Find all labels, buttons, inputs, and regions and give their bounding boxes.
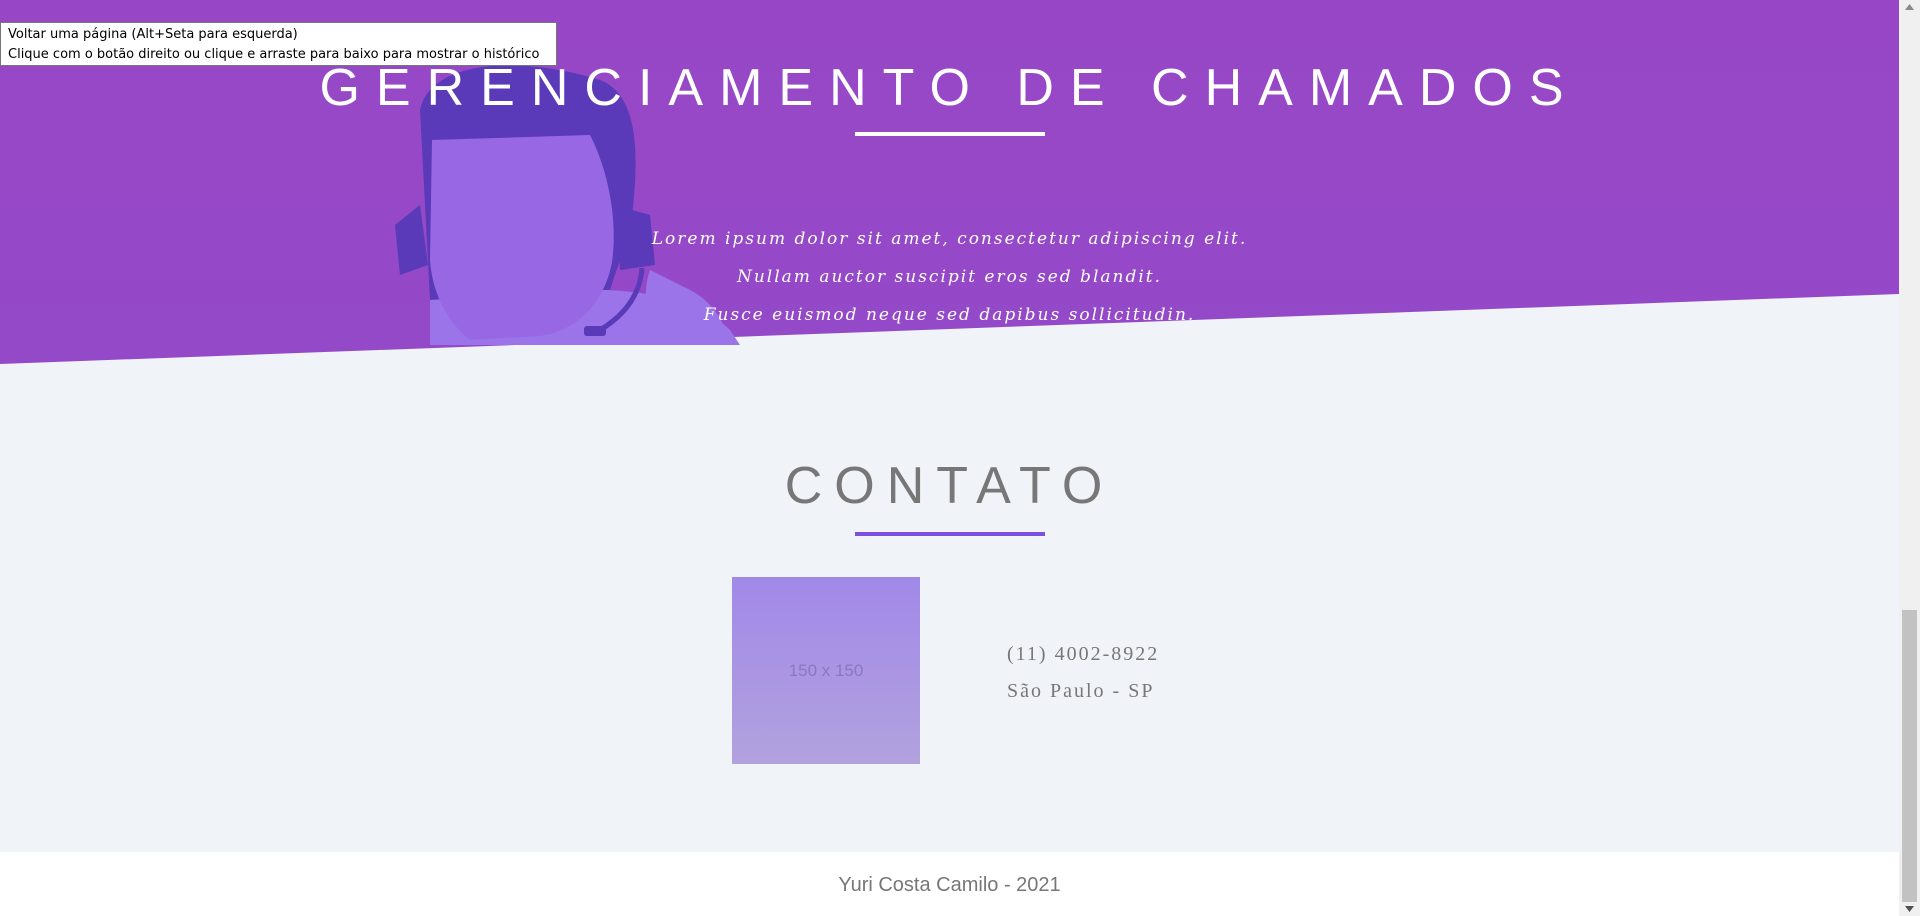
hero-line: Lorem ipsum dolor sit amet, consectetur … bbox=[651, 229, 1248, 249]
vertical-scrollbar[interactable] bbox=[1899, 0, 1920, 916]
hero-line: Nullam auctor suscipit eros sed blandit. bbox=[736, 267, 1163, 287]
back-button-tooltip: Voltar uma página (Alt+Seta para esquerd… bbox=[0, 22, 557, 66]
contact-title-underline bbox=[855, 532, 1045, 536]
tooltip-line: Clique com o botão direito ou clique e a… bbox=[8, 47, 540, 62]
footer-credit: Yuri Costa Camilo - 2021 bbox=[838, 874, 1061, 896]
scroll-down-arrow-icon[interactable] bbox=[1899, 902, 1920, 916]
contact-image-placeholder: 150 x 150 bbox=[732, 577, 920, 764]
hero-title: GERENCIAMENTO DE CHAMADOS bbox=[319, 59, 1580, 117]
contact-location: São Paulo - SP bbox=[1007, 680, 1155, 702]
contact-title: CONTATO bbox=[784, 457, 1115, 515]
image-placeholder-label: 150 x 150 bbox=[788, 660, 864, 680]
tooltip-line: Voltar uma página (Alt+Seta para esquerd… bbox=[8, 27, 298, 42]
contact-info: (11) 4002-8922 São Paulo - SP bbox=[1007, 636, 1159, 710]
hero-title-underline bbox=[855, 132, 1045, 136]
hero-description: Lorem ipsum dolor sit amet, consectetur … bbox=[0, 220, 1899, 334]
scrollbar-thumb[interactable] bbox=[1902, 610, 1917, 902]
footer: Yuri Costa Camilo - 2021 bbox=[0, 852, 1899, 916]
scroll-up-arrow-icon[interactable] bbox=[1899, 0, 1920, 14]
page: GERENCIAMENTO DE CHAMADOS Lorem ipsum do… bbox=[0, 0, 1920, 916]
contact-phone: (11) 4002-8922 bbox=[1007, 643, 1160, 665]
hero-line: Fusce euismod neque sed dapibus sollicit… bbox=[703, 305, 1196, 325]
